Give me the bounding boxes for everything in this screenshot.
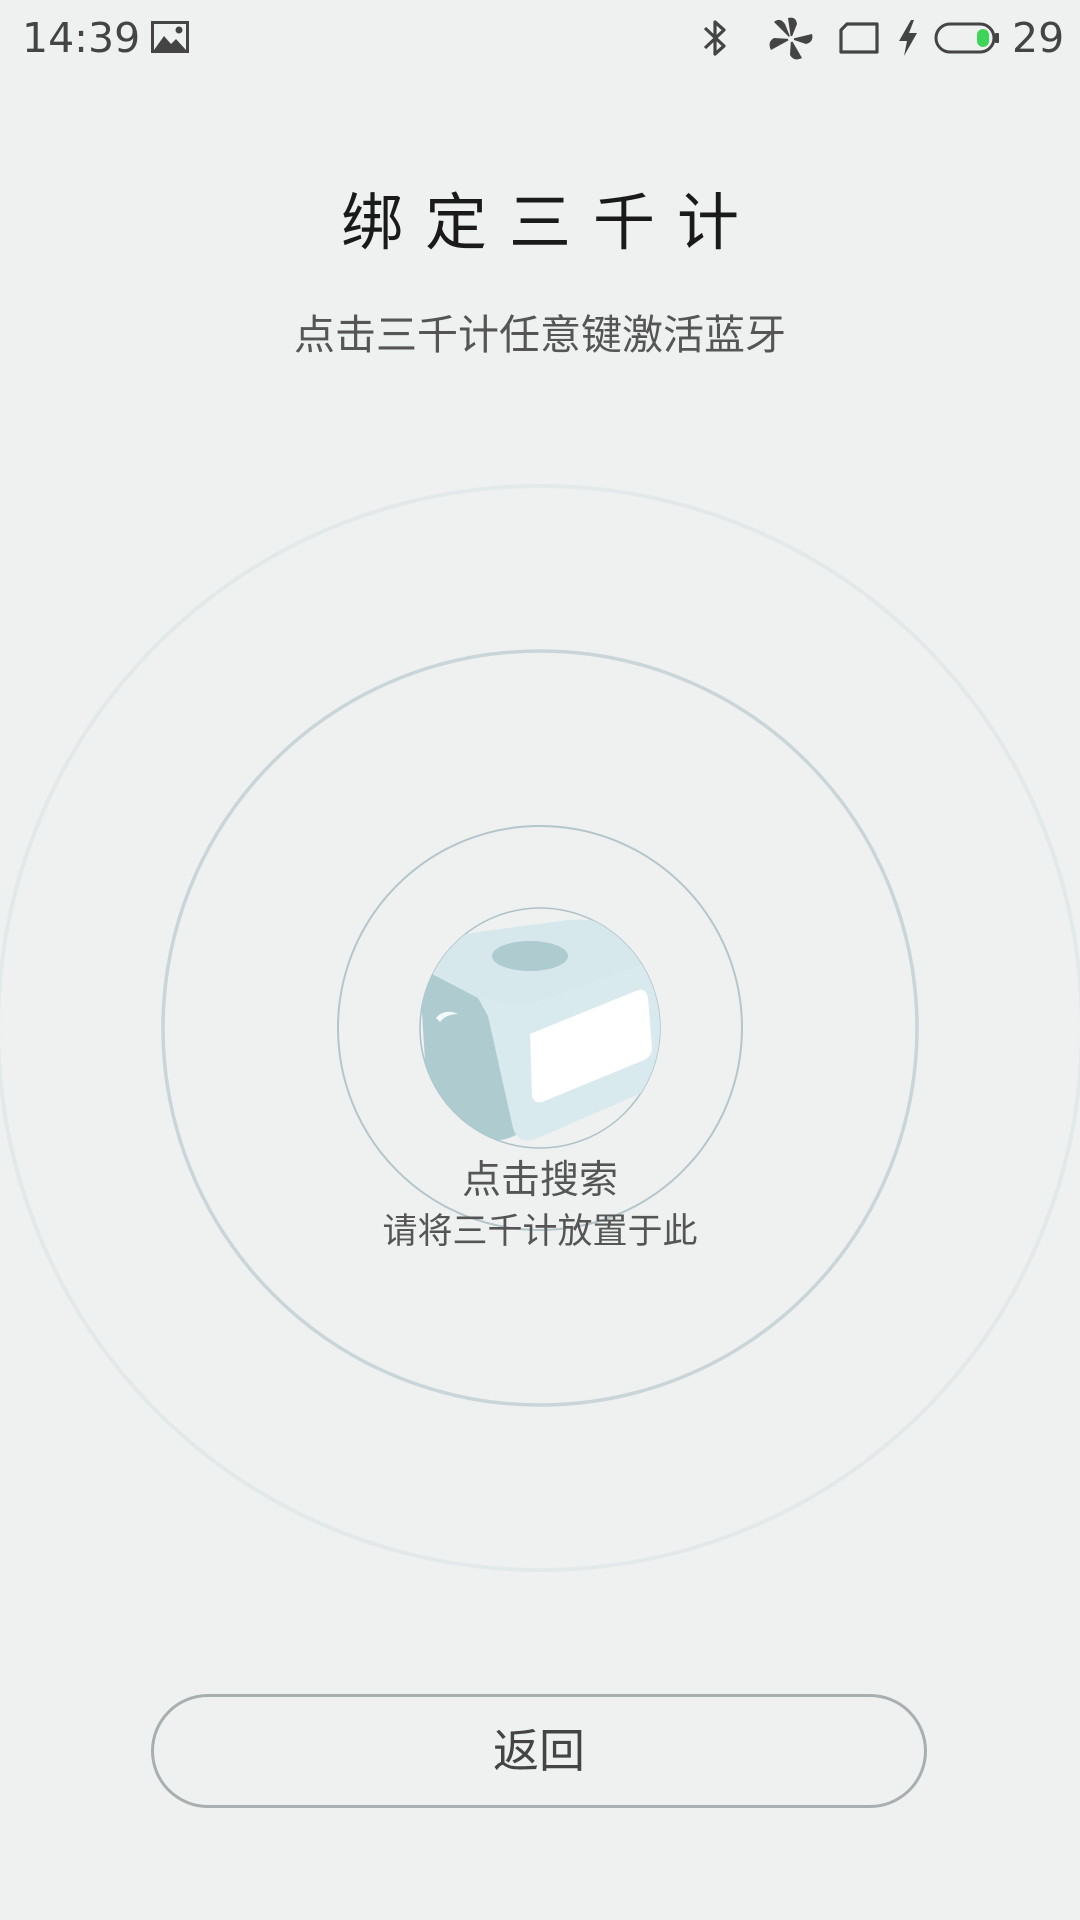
device-icon — [420, 919, 660, 1141]
search-label[interactable]: 点击搜索 — [0, 1155, 1080, 1207]
status-time: 14:39 — [22, 14, 141, 62]
radar-area — [0, 480, 1080, 1580]
status-bar: 14:39 29 — [0, 0, 1080, 76]
place-device-hint: 请将三千计放置于此 — [382, 1212, 698, 1252]
charging-icon — [899, 20, 917, 56]
gallery-icon — [151, 21, 189, 53]
sim-card-icon — [839, 22, 879, 54]
pinwheel-icon — [769, 17, 813, 60]
battery-icon — [934, 22, 999, 54]
page-title: 绑定三千计 — [340, 186, 761, 259]
page-subtitle: 点击三千计任意键激活蓝牙 — [294, 311, 786, 359]
device-search-button[interactable] — [418, 906, 662, 1150]
bluetooth-icon — [703, 20, 726, 56]
battery-level: 29 — [1012, 14, 1065, 62]
back-button[interactable]: 返回 — [151, 1694, 927, 1808]
